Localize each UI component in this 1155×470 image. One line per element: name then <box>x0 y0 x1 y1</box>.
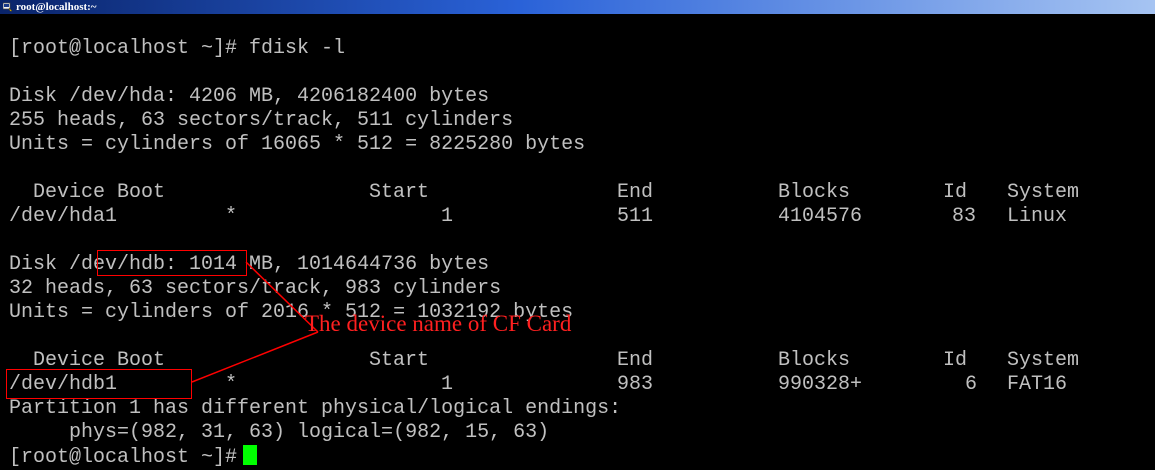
disk-prefix: Disk <box>9 253 70 276</box>
partition-end: 511 <box>617 205 654 228</box>
disk-summary-hda: Disk /dev/hda: 4206 MB, 4206182400 bytes <box>9 85 490 108</box>
header-end: End <box>617 349 654 372</box>
text-cursor <box>243 445 258 465</box>
header-id: Id <box>943 349 968 372</box>
disk-geometry-hdb: 32 heads, 63 sectors/track, 983 cylinder… <box>9 277 502 300</box>
header-device-boot: Device Boot <box>33 181 166 204</box>
phys-logical-endings: phys=(982, 31, 63) logical=(982, 15, 63) <box>9 421 550 444</box>
partition-system: FAT16 <box>1007 373 1068 396</box>
disk-units-hda: Units = cylinders of 16065 * 512 = 82252… <box>9 133 586 156</box>
window-title: root@localhost:~ <box>16 1 97 13</box>
disk-geometry-hda: 255 heads, 63 sectors/track, 511 cylinde… <box>9 109 514 132</box>
header-end: End <box>617 181 654 204</box>
partition-id: 6 <box>965 373 978 396</box>
partition-start: 1 <box>441 373 454 396</box>
header-system: System <box>1007 349 1080 372</box>
prompt-text: [root@localhost ~]# <box>9 446 238 469</box>
partition-end: 983 <box>617 373 654 396</box>
partition-device: /dev/hda1 <box>9 205 118 228</box>
header-start: Start <box>369 181 430 204</box>
cf-card-annotation: The device name of CF Card <box>305 311 572 336</box>
device-name-highlight-box <box>97 250 247 276</box>
partition-name-highlight-box <box>6 369 192 399</box>
partition-blocks: 990328+ <box>778 373 863 396</box>
partition-boot-flag: * <box>225 373 238 396</box>
title-bar[interactable]: root@localhost:~ <box>0 0 1155 14</box>
header-id: Id <box>943 181 968 204</box>
header-blocks: Blocks <box>778 181 851 204</box>
partition-start: 1 <box>441 205 454 228</box>
terminal-output[interactable]: [root@localhost ~]# fdisk -l Disk /dev/h… <box>0 14 1155 469</box>
header-blocks: Blocks <box>778 349 851 372</box>
command-line: [root@localhost ~]# fdisk -l <box>9 37 346 60</box>
partition-blocks: 4104576 <box>778 205 863 228</box>
header-start: Start <box>369 349 430 372</box>
putty-terminal-icon <box>3 2 13 12</box>
partition-boot-flag: * <box>225 205 238 228</box>
shell-prompt[interactable]: [root@localhost ~]# <box>9 445 258 469</box>
partition-system: Linux <box>1007 205 1068 228</box>
partition-id: 83 <box>952 205 977 228</box>
header-system: System <box>1007 181 1080 204</box>
disk-summary-hdb: Disk /dev/hdb: 1014 MB, 1014644736 bytes <box>9 253 489 277</box>
partition-warning: Partition 1 has different physical/logic… <box>9 397 622 420</box>
